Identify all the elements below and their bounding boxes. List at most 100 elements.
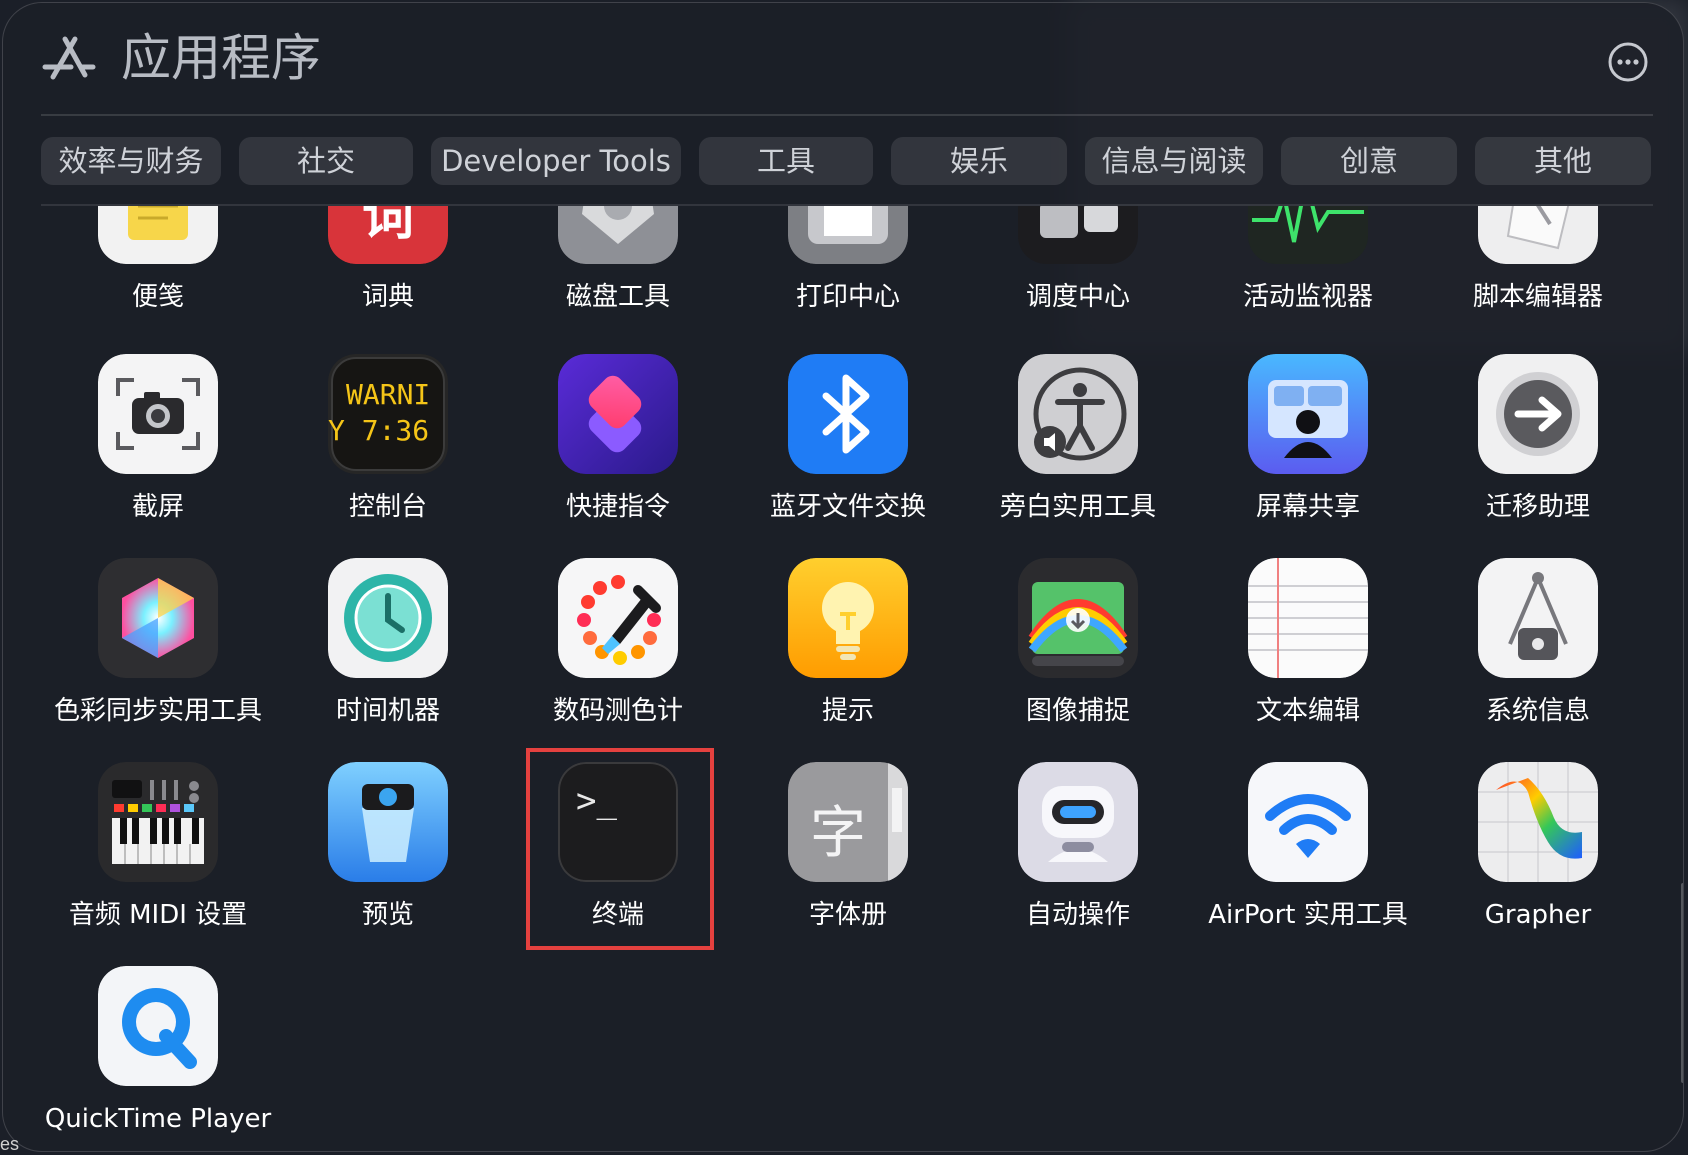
tab-entertainment[interactable]: 娱乐: [891, 137, 1067, 185]
piano-keyboard-icon: [98, 762, 218, 882]
app-automator[interactable]: 自动操作: [963, 762, 1193, 938]
terminal-icon: >_: [558, 762, 678, 882]
terminal-prompt-glyph: >_: [576, 781, 617, 821]
app-grid: 便笺 词 词典 磁盘工具 打印中心 调度中心 活动监视器 脚本编辑器 截屏 WA…: [3, 206, 1683, 1151]
header: 应用程序: [3, 3, 1683, 115]
voiceover-icon: [1018, 354, 1138, 474]
scrollbar[interactable]: [1681, 883, 1683, 1083]
tab-tools[interactable]: 工具: [699, 137, 873, 185]
bluetooth-icon: [788, 354, 908, 474]
font-book-glyph: 字: [810, 801, 866, 866]
migration-assistant-icon: [1478, 354, 1598, 474]
activity-monitor-icon: [1248, 206, 1368, 264]
app-font-book[interactable]: 字 字体册: [733, 762, 963, 938]
app-label: 打印中心: [795, 282, 900, 312]
app-label: 词典: [361, 282, 414, 312]
automator-robot-icon: [1018, 762, 1138, 882]
app-label: 系统信息: [1485, 696, 1590, 726]
app-label: 自动操作: [1025, 900, 1130, 930]
app-label: 字体册: [808, 900, 887, 930]
app-label: 迁移助理: [1485, 492, 1590, 522]
app-label: 调度中心: [1025, 282, 1130, 312]
dictionary-icon: 词: [328, 206, 448, 264]
app-script-editor[interactable]: 脚本编辑器: [1423, 206, 1653, 320]
tab-efficiency-finance[interactable]: 效率与财务: [41, 137, 221, 185]
header-divider: [41, 114, 1653, 116]
app-label: 预览: [361, 900, 414, 930]
disk-utility-icon: [558, 206, 678, 264]
script-editor-icon: [1478, 206, 1598, 264]
app-bluetooth-file-exchange[interactable]: 蓝牙文件交换: [733, 354, 963, 530]
app-shortcuts[interactable]: 快捷指令: [503, 354, 733, 530]
console-line-1: WARNI: [346, 378, 430, 411]
app-image-capture[interactable]: 图像捕捉: [963, 558, 1193, 734]
app-tips[interactable]: 提示: [733, 558, 963, 734]
app-disk-utility[interactable]: 磁盘工具: [503, 206, 733, 320]
app-voiceover-utility[interactable]: 旁白实用工具: [963, 354, 1193, 530]
folder-title: 应用程序: [121, 29, 321, 87]
app-label: AirPort 实用工具: [1208, 900, 1408, 930]
app-label: 便笺: [131, 282, 184, 312]
app-textedit[interactable]: 文本编辑: [1193, 558, 1423, 734]
printer-icon: [788, 206, 908, 264]
app-label: 脚本编辑器: [1472, 282, 1603, 312]
app-label: 控制台: [348, 492, 427, 522]
color-meter-icon: [558, 558, 678, 678]
mission-control-icon: [1018, 206, 1138, 264]
grapher-icon: [1478, 762, 1598, 882]
textedit-icon: [1248, 558, 1368, 678]
quicktime-icon: [98, 966, 218, 1086]
app-time-machine[interactable]: 时间机器: [273, 558, 503, 734]
tab-info-reading[interactable]: 信息与阅读: [1085, 137, 1263, 185]
preview-icon: [328, 762, 448, 882]
colorsync-icon: [98, 558, 218, 678]
dictionary-glyph: 词: [362, 206, 414, 247]
more-options-icon[interactable]: [1607, 41, 1649, 83]
app-dictionary[interactable]: 词 词典: [273, 206, 503, 320]
app-terminal[interactable]: >_ 终端: [503, 762, 733, 938]
app-label: 音频 MIDI 设置: [68, 900, 248, 930]
app-airport-utility[interactable]: AirPort 实用工具: [1193, 762, 1423, 938]
app-colorsync-utility[interactable]: 色彩同步实用工具: [43, 558, 273, 734]
font-book-icon: 字: [788, 762, 908, 882]
app-activity-monitor[interactable]: 活动监视器: [1193, 206, 1423, 320]
background-edge-text: es: [0, 1134, 20, 1154]
wifi-icon: [1248, 762, 1368, 882]
tips-icon: [788, 558, 908, 678]
app-label: 截屏: [131, 492, 184, 522]
app-mission-control[interactable]: 调度中心: [963, 206, 1193, 320]
screenshot-icon: [98, 354, 218, 474]
category-tabs: 效率与财务 社交 Developer Tools 工具 娱乐 信息与阅读 创意 …: [41, 137, 1653, 185]
app-print-center[interactable]: 打印中心: [733, 206, 963, 320]
app-label: 色彩同步实用工具: [53, 696, 262, 726]
app-screen-sharing[interactable]: 屏幕共享: [1193, 354, 1423, 530]
app-grapher[interactable]: Grapher: [1423, 762, 1653, 938]
tab-other[interactable]: 其他: [1475, 137, 1651, 185]
stickies-icon: [98, 206, 218, 264]
app-label: 磁盘工具: [565, 282, 670, 312]
app-label: 提示: [821, 696, 874, 726]
system-information-icon: [1478, 558, 1598, 678]
app-digital-color-meter[interactable]: 数码测色计: [503, 558, 733, 734]
app-label: 屏幕共享: [1255, 492, 1360, 522]
app-label: 快捷指令: [565, 492, 670, 522]
app-console[interactable]: WARNI Y 7:36 控制台: [273, 354, 503, 530]
app-migration-assistant[interactable]: 迁移助理: [1423, 354, 1653, 530]
app-notes[interactable]: 便笺: [43, 206, 273, 320]
app-screenshot[interactable]: 截屏: [43, 354, 273, 530]
tab-creativity[interactable]: 创意: [1281, 137, 1457, 185]
launchpad-folder-window: 应用程序 效率与财务 社交 Developer Tools 工具 娱乐 信息与阅…: [2, 2, 1684, 1152]
app-label: 终端: [591, 900, 644, 930]
tab-social[interactable]: 社交: [239, 137, 413, 185]
app-label: 活动监视器: [1242, 282, 1373, 312]
app-quicktime-player[interactable]: QuickTime Player: [43, 966, 273, 1142]
app-label: 旁白实用工具: [999, 492, 1156, 522]
tab-developer-tools[interactable]: Developer Tools: [431, 137, 681, 185]
app-label: Grapher: [1484, 900, 1592, 930]
app-preview[interactable]: 预览: [273, 762, 503, 938]
app-label: 数码测色计: [552, 696, 683, 726]
app-label: QuickTime Player: [44, 1104, 272, 1134]
screen-sharing-icon: [1248, 354, 1368, 474]
app-audio-midi-setup[interactable]: 音频 MIDI 设置: [43, 762, 273, 938]
app-system-information[interactable]: 系统信息: [1423, 558, 1653, 734]
